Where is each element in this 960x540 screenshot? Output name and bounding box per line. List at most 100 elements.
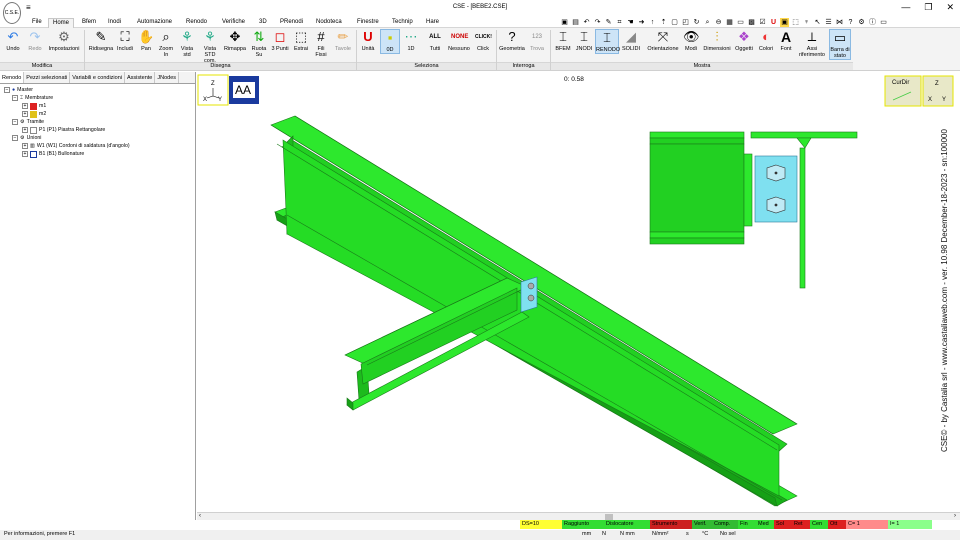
tab-verifiche[interactable]: Verifiche	[218, 18, 249, 28]
tree-node-m2[interactable]: + m2	[4, 110, 195, 118]
frame3-icon[interactable]: ▩	[747, 18, 756, 27]
font-button[interactable]: A Font	[777, 29, 795, 52]
undo-small-icon[interactable]: ↶	[582, 18, 591, 27]
collapse-icon[interactable]: −	[4, 87, 10, 93]
cube-icon[interactable]: ◰	[681, 18, 690, 27]
box-icon[interactable]: ▢	[670, 18, 679, 27]
tree-node-w1[interactable]: + ▥ W1 (W1) Cordoni di saldatura (d'angolo…	[4, 142, 195, 150]
expand-icon[interactable]: +	[22, 111, 28, 117]
redo-button[interactable]: ↷ Redo	[25, 29, 45, 52]
redraw-button[interactable]: ✎ Ridisegna	[87, 29, 115, 52]
tree-icon[interactable]: ♆	[802, 18, 811, 27]
zero-d-button[interactable]: ▪ 0D	[380, 29, 400, 54]
tab-technip[interactable]: Technip	[388, 18, 417, 28]
panel-tab-assistente[interactable]: Assistente	[125, 72, 156, 83]
refresh-icon[interactable]: ↻	[692, 18, 701, 27]
tab-bfem[interactable]: Bfem	[78, 18, 100, 28]
solidi-button[interactable]: ◢ SOLIDI	[621, 29, 641, 52]
layers-icon[interactable]: ☰	[824, 18, 833, 27]
restore-button[interactable]: ❐	[924, 2, 932, 13]
find-button[interactable]: 123 Trova	[527, 29, 547, 52]
arrow-up2-icon[interactable]: ⇡	[659, 18, 668, 27]
tab-inodi[interactable]: Inodi	[104, 18, 125, 28]
tree-node-membrature[interactable]: − ⌶ Membrature	[4, 94, 195, 102]
tab-renodo[interactable]: Renodo	[182, 18, 211, 28]
node-icon[interactable]: ⋈	[835, 18, 844, 27]
axes-button[interactable]: ⟂ Assi riferimento	[797, 29, 827, 58]
tab-home[interactable]: Home	[48, 18, 75, 28]
collapse-icon[interactable]: −	[12, 135, 18, 141]
check-icon[interactable]: ☑	[758, 18, 767, 27]
panel-tab-variabili[interactable]: Variabili e condizioni	[70, 72, 125, 83]
wires-button[interactable]: # Fili Fissi	[312, 29, 330, 58]
close-button[interactable]: ✕	[946, 2, 954, 13]
units-button[interactable]: U Unità	[359, 29, 377, 52]
tab-file[interactable]: File	[28, 18, 46, 28]
include-button[interactable]: ⛶ Includi	[115, 29, 135, 52]
settings-small-icon[interactable]: ⚙	[857, 18, 866, 27]
modes-button[interactable]: 👁 Modi	[682, 29, 700, 52]
scroll-right-icon[interactable]: ›	[954, 513, 956, 519]
none-button[interactable]: NONE Nessuno	[447, 29, 471, 52]
tree-node-unioni[interactable]: − ⚙ Unioni	[4, 134, 195, 142]
info-icon[interactable]: ⓘ	[868, 18, 877, 27]
remap-button[interactable]: ✥ Rimappa	[223, 29, 247, 52]
panel-tab-renodo[interactable]: Renodo	[0, 72, 25, 83]
extract-button[interactable]: ⬚ Estrai	[291, 29, 311, 52]
window-icon[interactable]: ▭	[879, 18, 888, 27]
select-icon[interactable]: ⬚	[791, 18, 800, 27]
rotate-button[interactable]: ⇅ Ruota Su	[249, 29, 269, 58]
app-logo[interactable]: C.S.E.	[3, 2, 21, 24]
frame2-icon[interactable]: ▭	[736, 18, 745, 27]
collapse-icon[interactable]: −	[12, 95, 18, 101]
hand-icon[interactable]: ☚	[626, 18, 635, 27]
view-std-button[interactable]: ⚘ Vista std	[177, 29, 197, 58]
view-std-com-button[interactable]: ⚘ Vista STD com.	[198, 29, 222, 64]
scroll-left-icon[interactable]: ‹	[199, 513, 201, 519]
frame-icon[interactable]: ⌗	[615, 18, 624, 27]
bfem-button[interactable]: ⌶ BFEM	[553, 29, 573, 52]
redo-small-icon[interactable]: ↷	[593, 18, 602, 27]
expand-icon[interactable]: +	[22, 143, 28, 149]
expand-icon[interactable]: +	[22, 103, 28, 109]
panel-tab-pezzi[interactable]: Pezzi selezionati	[24, 72, 71, 83]
highlight-icon[interactable]: ▣	[780, 18, 789, 27]
tree-node-p1[interactable]: + P1 (P1) Piastra Rettangolare	[4, 126, 195, 134]
tree-node-m1[interactable]: + m1	[4, 102, 195, 110]
jnodi-button[interactable]: ⌶ JNODI	[574, 29, 594, 52]
tree-node-b1[interactable]: + B1 (B1) Bullonature	[4, 150, 195, 158]
expand-icon[interactable]: +	[22, 151, 28, 157]
grid-icon[interactable]: ▦	[725, 18, 734, 27]
tab-finestre[interactable]: Finestre	[353, 18, 383, 28]
minimize-button[interactable]: —	[901, 2, 910, 13]
renodo-button[interactable]: ⌶ RENODO	[595, 29, 620, 54]
horizontal-scrollbar[interactable]: ‹ ›	[197, 512, 960, 520]
u-icon[interactable]: U	[769, 18, 778, 27]
geometry-button[interactable]: ? Geometria	[498, 29, 526, 52]
tree-node-tramite[interactable]: − ⚙ Tramite	[4, 118, 195, 126]
tab-3d[interactable]: 3D	[255, 18, 271, 28]
panel-tab-jnodes[interactable]: JNodes	[155, 72, 180, 83]
arrow-up-icon[interactable]: ↑	[648, 18, 657, 27]
expand-icon[interactable]: +	[22, 127, 28, 133]
settings-button[interactable]: ⚙ Impostazioni	[46, 29, 82, 52]
save-as-icon[interactable]: ▤	[571, 18, 580, 27]
save-icon[interactable]: ▣	[560, 18, 569, 27]
zoom-button[interactable]: ⌕ Zoom In	[157, 29, 175, 58]
pencil-icon[interactable]: ✎	[604, 18, 613, 27]
objects-button[interactable]: ❖ Oggetti	[733, 29, 755, 52]
click-button[interactable]: CLICK! Click	[473, 29, 493, 52]
undo-button[interactable]: ↶ Undo	[3, 29, 23, 52]
zoom-out-icon[interactable]: ⊖	[714, 18, 723, 27]
arrow-right-icon[interactable]: ➜	[637, 18, 646, 27]
collapse-icon[interactable]: −	[12, 119, 18, 125]
3d-viewport[interactable]: Z X Y AA 0: 0.58 CurDir Z X Y CSE© - by …	[197, 72, 960, 512]
tables-button[interactable]: ✏ Tavole	[332, 29, 354, 52]
tab-prenodi[interactable]: PRenodi	[276, 18, 307, 28]
zoom-icon[interactable]: ⌕	[703, 18, 712, 27]
tab-automazione[interactable]: Automazione	[133, 18, 176, 28]
cursor-icon[interactable]: ↖	[813, 18, 822, 27]
pan-button[interactable]: ✋ Pan	[137, 29, 155, 52]
help-icon[interactable]: ?	[846, 18, 855, 27]
statusbar-button[interactable]: ▭ Barra di stato	[829, 29, 851, 60]
